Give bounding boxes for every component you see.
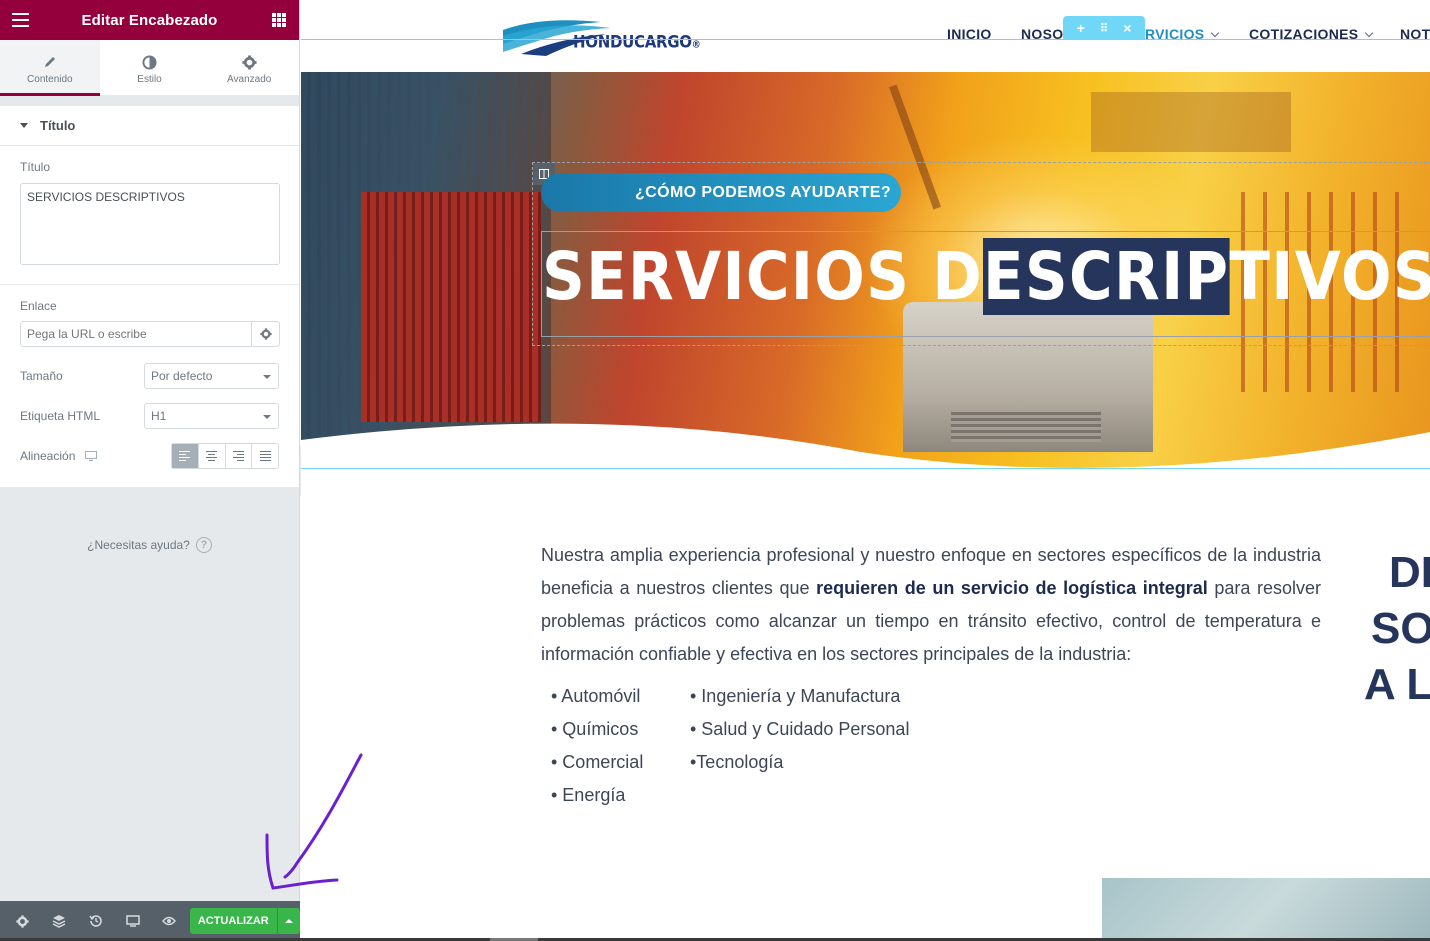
align-right-icon [232,449,244,463]
alignment-row: Alineación [20,443,279,469]
question-icon: ? [195,537,212,553]
title-control: Título SERVICIOS DESCRIPTIVOS [0,146,299,285]
size-select[interactable]: Por defecto [144,363,279,389]
html-tag-select[interactable]: H1 [144,403,279,429]
align-justify-icon [259,449,271,463]
logo-name: HONDUCARGO [573,32,692,52]
panel-footer: ACTUALIZAR [0,901,301,941]
sector-list-right: • Ingeniería y Manufactura • Salud y Cui… [690,680,909,779]
hero-heading[interactable]: SERVICIOS DESCRIPTIVOS [542,238,1430,315]
tab-label: Estilo [137,74,162,85]
link-field [20,321,280,347]
alignment-label: Alineación [20,449,76,463]
preview-canvas: HONDUCARGO® INICIO NOSO RVICIOS COTIZACI… [301,0,1430,941]
layers-icon[interactable] [41,901,78,941]
add-section-icon[interactable]: + [1077,20,1085,36]
section-toolbar: + ⠿ × [1063,16,1145,40]
responsive-icon[interactable] [114,901,151,941]
side-heading-line: DI [1389,548,1430,597]
list-item: •Tecnología [690,752,784,772]
hero-wave-divider [301,423,1430,470]
tab-contenido[interactable]: Contenido [0,40,100,96]
sector-list-left: • Automóvil • Químicos • Comercial • Ene… [551,680,643,812]
history-icon[interactable] [78,901,115,941]
chevron-down-icon [1365,28,1374,38]
side-heading-line: SO [1371,604,1430,653]
side-heading: DI SO A L [1361,545,1430,713]
help-pill-heading[interactable]: ¿CÓMO PODEMOS AYUDARTE? [541,173,901,212]
align-left-button[interactable] [172,444,198,468]
chevron-down-icon [1211,28,1220,38]
red-container-image [361,192,541,422]
preview-icon[interactable] [151,901,188,941]
side-heading-line: A L [1364,660,1430,709]
tab-label: Contenido [27,74,73,85]
intro-paragraph: Nuestra amplia experiencia profesional y… [541,539,1321,671]
update-options-button[interactable] [276,908,300,934]
close-icon[interactable]: × [1123,20,1131,36]
title-label: Título [20,160,51,174]
tab-estilo[interactable]: Estilo [100,40,200,95]
alignment-buttons [171,443,279,469]
settings-icon[interactable] [4,901,41,941]
section-border-bottom [301,468,1430,469]
size-label: Tamaño [20,369,63,383]
crane-image [1091,92,1291,152]
heading-part: SERVICIOS D [542,238,983,315]
list-item: • Ingeniería y Manufactura [690,686,901,706]
title-textarea[interactable]: SERVICIOS DESCRIPTIVOS [20,183,280,265]
section-title: Título [40,118,76,133]
alignment-label-wrap: Alineación [20,449,98,463]
align-center-button[interactable] [197,444,225,468]
html-tag-label: Etiqueta HTML [20,409,101,423]
heading-selected-text: ESCRIP [982,238,1230,315]
controls-group: Enlace Tamaño Por defecto Etiqueta HTML … [0,285,299,487]
list-item: • Automóvil [551,686,641,706]
widgets-grid-icon[interactable] [272,13,286,27]
tab-label: Avanzado [227,74,272,85]
update-button[interactable]: ACTUALIZAR [190,908,277,934]
help-text: ¿Necesitas ayuda? [87,538,190,552]
list-item: • Energía [551,785,626,805]
logo-registered-mark: ® [691,39,701,51]
size-row: Tamaño Por defecto [20,363,279,389]
align-justify-button[interactable] [251,444,278,468]
annotation-arrow [265,753,363,890]
drag-handle-icon[interactable]: ⠿ [1100,22,1108,35]
align-left-icon [179,449,191,463]
gear-icon [199,53,299,71]
list-item: • Comercial [551,752,644,772]
section-toggle-titulo[interactable]: Título [0,106,299,146]
html-tag-row: Etiqueta HTML H1 [20,403,279,429]
link-input[interactable] [21,322,251,346]
half-circle-icon [100,53,200,71]
heading-part: TIVOS [1229,238,1430,315]
list-item: • Salud y Cuidado Personal [690,719,910,739]
menu-icon[interactable] [12,13,29,31]
align-right-button[interactable] [224,444,252,468]
pencil-icon [0,53,100,71]
help-link[interactable]: ¿Necesitas ayuda? ? [0,537,299,553]
caret-down-icon [20,123,28,128]
section-border-top [301,39,1430,40]
logo-text: HONDUCARGO® [573,32,701,52]
panel-title: Editar Encabezado [81,11,218,29]
panel-tabs: Contenido Estilo Avanzado [0,40,299,96]
controls-panel: Título Título SERVICIOS DESCRIPTIVOS Enl… [0,106,299,487]
site-header: HONDUCARGO® INICIO NOSO RVICIOS COTIZACI… [301,0,1430,72]
desktop-icon[interactable] [85,451,98,461]
link-options-gear-icon[interactable] [251,322,279,346]
panel-header: Editar Encabezado [0,0,299,40]
tab-avanzado[interactable]: Avanzado [199,40,299,95]
align-center-icon [206,449,218,463]
pill-text: ¿CÓMO PODEMOS AYUDARTE? [634,183,891,201]
link-label: Enlace [20,299,57,313]
update-button-group: ACTUALIZAR [189,908,301,934]
list-item: • Químicos [551,719,639,739]
bottom-image [1102,878,1430,941]
paragraph-bold: requieren de un servicio de logística in… [816,578,1208,598]
